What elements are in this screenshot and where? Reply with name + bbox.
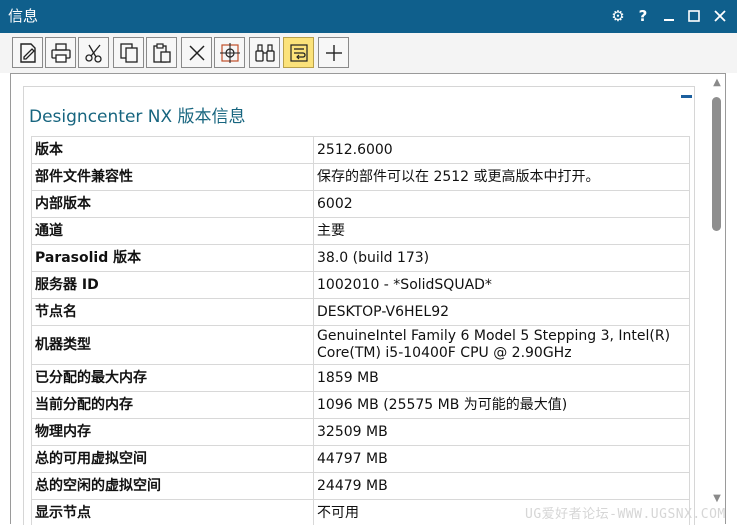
row-value: 38.0 (build 173) <box>314 245 690 272</box>
settings-icon[interactable]: ⚙ <box>607 5 629 27</box>
binoculars-icon[interactable] <box>249 37 280 68</box>
table-row: 版本2512.6000 <box>32 137 690 164</box>
row-value: 44797 MB <box>314 446 690 473</box>
maximize-icon[interactable] <box>683 5 705 27</box>
row-key: 服务器 ID <box>32 272 314 299</box>
paste-icon[interactable] <box>146 37 177 68</box>
content-frame: Designcenter NX 版本信息 版本2512.6000部件文件兼容性保… <box>10 73 726 524</box>
row-key: 内部版本 <box>32 191 314 218</box>
row-value: DESKTOP-V6HEL92 <box>314 299 690 326</box>
table-row: 部件文件兼容性保存的部件可以在 2512 或更高版本中打开。 <box>32 164 690 191</box>
plus-icon[interactable] <box>318 37 349 68</box>
version-info-panel: Designcenter NX 版本信息 版本2512.6000部件文件兼容性保… <box>23 86 695 525</box>
row-key: 已分配的最大内存 <box>32 365 314 392</box>
scroll-up-arrow-icon[interactable]: ▲ <box>711 76 723 88</box>
close-icon[interactable] <box>709 5 731 27</box>
table-row: 已分配的最大内存1859 MB <box>32 365 690 392</box>
table-row: 节点名DESKTOP-V6HEL92 <box>32 299 690 326</box>
table-row: 物理内存32509 MB <box>32 419 690 446</box>
table-row: 内部版本6002 <box>32 191 690 218</box>
row-key: 部件文件兼容性 <box>32 164 314 191</box>
edit-file-icon[interactable] <box>12 37 43 68</box>
row-key: 版本 <box>32 137 314 164</box>
panel-title: Designcenter NX 版本信息 <box>29 106 246 128</box>
minimize-icon[interactable] <box>658 5 680 27</box>
toolbar <box>0 33 737 73</box>
row-key: 总的空闲的虚拟空间 <box>32 473 314 500</box>
scrollbar-thumb[interactable] <box>712 97 721 231</box>
row-value: 1002010 - *SolidSQUAD* <box>314 272 690 299</box>
row-value: 2512.6000 <box>314 137 690 164</box>
row-key: 物理内存 <box>32 419 314 446</box>
row-key: 显示节点 <box>32 500 314 525</box>
window-title: 信息 <box>8 7 38 26</box>
row-value: GenuineIntel Family 6 Model 5 Stepping 3… <box>314 326 690 365</box>
row-value: 1096 MB (25575 MB 为可能的最大值) <box>314 392 690 419</box>
row-value: 6002 <box>314 191 690 218</box>
info-table: 版本2512.6000部件文件兼容性保存的部件可以在 2512 或更高版本中打开… <box>31 136 690 525</box>
row-key: 节点名 <box>32 299 314 326</box>
row-value: 主要 <box>314 218 690 245</box>
table-row: 通道主要 <box>32 218 690 245</box>
table-row: 当前分配的内存1096 MB (25575 MB 为可能的最大值) <box>32 392 690 419</box>
row-key: 通道 <box>32 218 314 245</box>
help-icon[interactable]: ? <box>632 5 654 27</box>
table-row: Parasolid 版本38.0 (build 173) <box>32 245 690 272</box>
table-row: 总的可用虚拟空间44797 MB <box>32 446 690 473</box>
row-value: 保存的部件可以在 2512 或更高版本中打开。 <box>314 164 690 191</box>
wrap-text-icon[interactable] <box>283 37 314 68</box>
copy-icon[interactable] <box>113 37 144 68</box>
row-key: 当前分配的内存 <box>32 392 314 419</box>
print-icon[interactable] <box>45 37 76 68</box>
row-key: Parasolid 版本 <box>32 245 314 272</box>
table-row: 服务器 ID1002010 - *SolidSQUAD* <box>32 272 690 299</box>
row-value: 32509 MB <box>314 419 690 446</box>
target-icon[interactable] <box>214 37 245 68</box>
row-key: 机器类型 <box>32 326 314 365</box>
collapse-button[interactable] <box>681 95 692 98</box>
row-key: 总的可用虚拟空间 <box>32 446 314 473</box>
delete-icon[interactable] <box>181 37 212 68</box>
row-value: 1859 MB <box>314 365 690 392</box>
title-bar: 信息 ⚙ ? <box>0 0 737 33</box>
table-row: 机器类型GenuineIntel Family 6 Model 5 Steppi… <box>32 326 690 365</box>
watermark: UG爱好者论坛-WWW.UGSNX.COM <box>525 503 726 522</box>
row-value: 24479 MB <box>314 473 690 500</box>
table-row: 总的空闲的虚拟空间24479 MB <box>32 473 690 500</box>
cut-icon[interactable] <box>78 37 109 68</box>
